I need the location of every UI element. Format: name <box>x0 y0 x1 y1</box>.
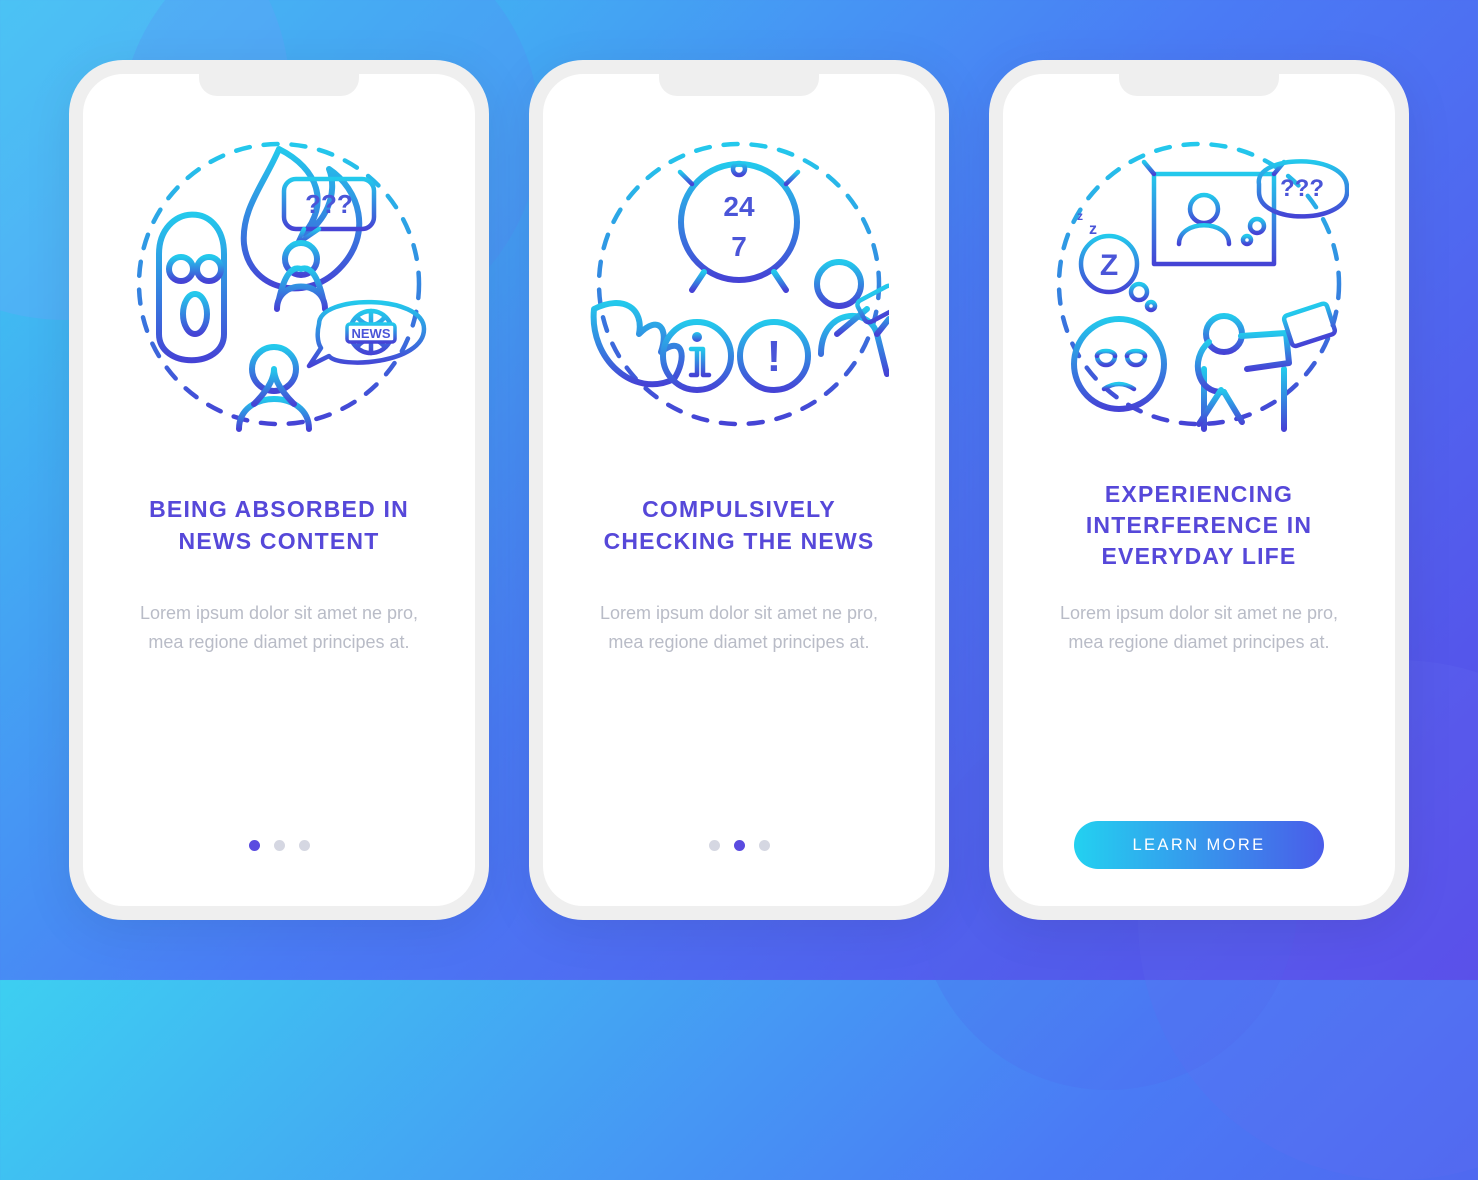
phone-notch <box>199 72 359 96</box>
svg-text:Z: Z <box>1100 249 1118 282</box>
page-dot-3[interactable] <box>299 840 310 851</box>
screen-body: Lorem ipsum dolor sit amet ne pro, mea r… <box>113 599 445 657</box>
screen-body: Lorem ipsum dolor sit amet ne pro, mea r… <box>573 599 905 657</box>
svg-text:NEWS: NEWS <box>352 326 391 341</box>
phone-notch <box>1119 72 1279 96</box>
screen-heading: BEING ABSORBED IN NEWS CONTENT <box>113 478 445 573</box>
learn-more-button[interactable]: LEARN MORE <box>1074 821 1324 869</box>
svg-text:???: ??? <box>1280 175 1324 202</box>
screen-heading: COMPULSIVELY CHECKING THE NEWS <box>573 478 905 573</box>
phone-screen-2: 24 7 ! COMPULSIVELY CHECKING THE <box>529 60 949 920</box>
page-dot-2[interactable] <box>734 840 745 851</box>
svg-text:z: z <box>1089 221 1097 238</box>
phone-screen-3: ??? Z z z <box>989 60 1409 920</box>
illustration-interference-life: ??? Z z z <box>1049 134 1349 434</box>
phone-row: ??? NEWS BEING ABSORBED IN NEWS CONTENT … <box>0 0 1478 980</box>
svg-text:24: 24 <box>723 191 755 222</box>
svg-text:???: ??? <box>305 189 353 219</box>
phone-notch <box>659 72 819 96</box>
svg-text:7: 7 <box>731 231 747 262</box>
page-dot-3[interactable] <box>759 840 770 851</box>
illustration-absorbed-news: ??? NEWS <box>129 134 429 434</box>
page-dot-2[interactable] <box>274 840 285 851</box>
pagination <box>113 820 445 870</box>
screen-body: Lorem ipsum dolor sit amet ne pro, mea r… <box>1033 599 1365 657</box>
svg-text:z: z <box>1077 209 1083 223</box>
svg-text:!: ! <box>767 332 782 381</box>
page-dot-1[interactable] <box>249 840 260 851</box>
phone-screen-1: ??? NEWS BEING ABSORBED IN NEWS CONTENT … <box>69 60 489 920</box>
screen-heading: EXPERIENCING INTERFERENCE IN EVERYDAY LI… <box>1033 478 1365 573</box>
cta-area: LEARN MORE <box>1033 820 1365 870</box>
illustration-compulsive-checking: 24 7 ! <box>589 134 889 434</box>
pagination <box>573 820 905 870</box>
page-dot-1[interactable] <box>709 840 720 851</box>
